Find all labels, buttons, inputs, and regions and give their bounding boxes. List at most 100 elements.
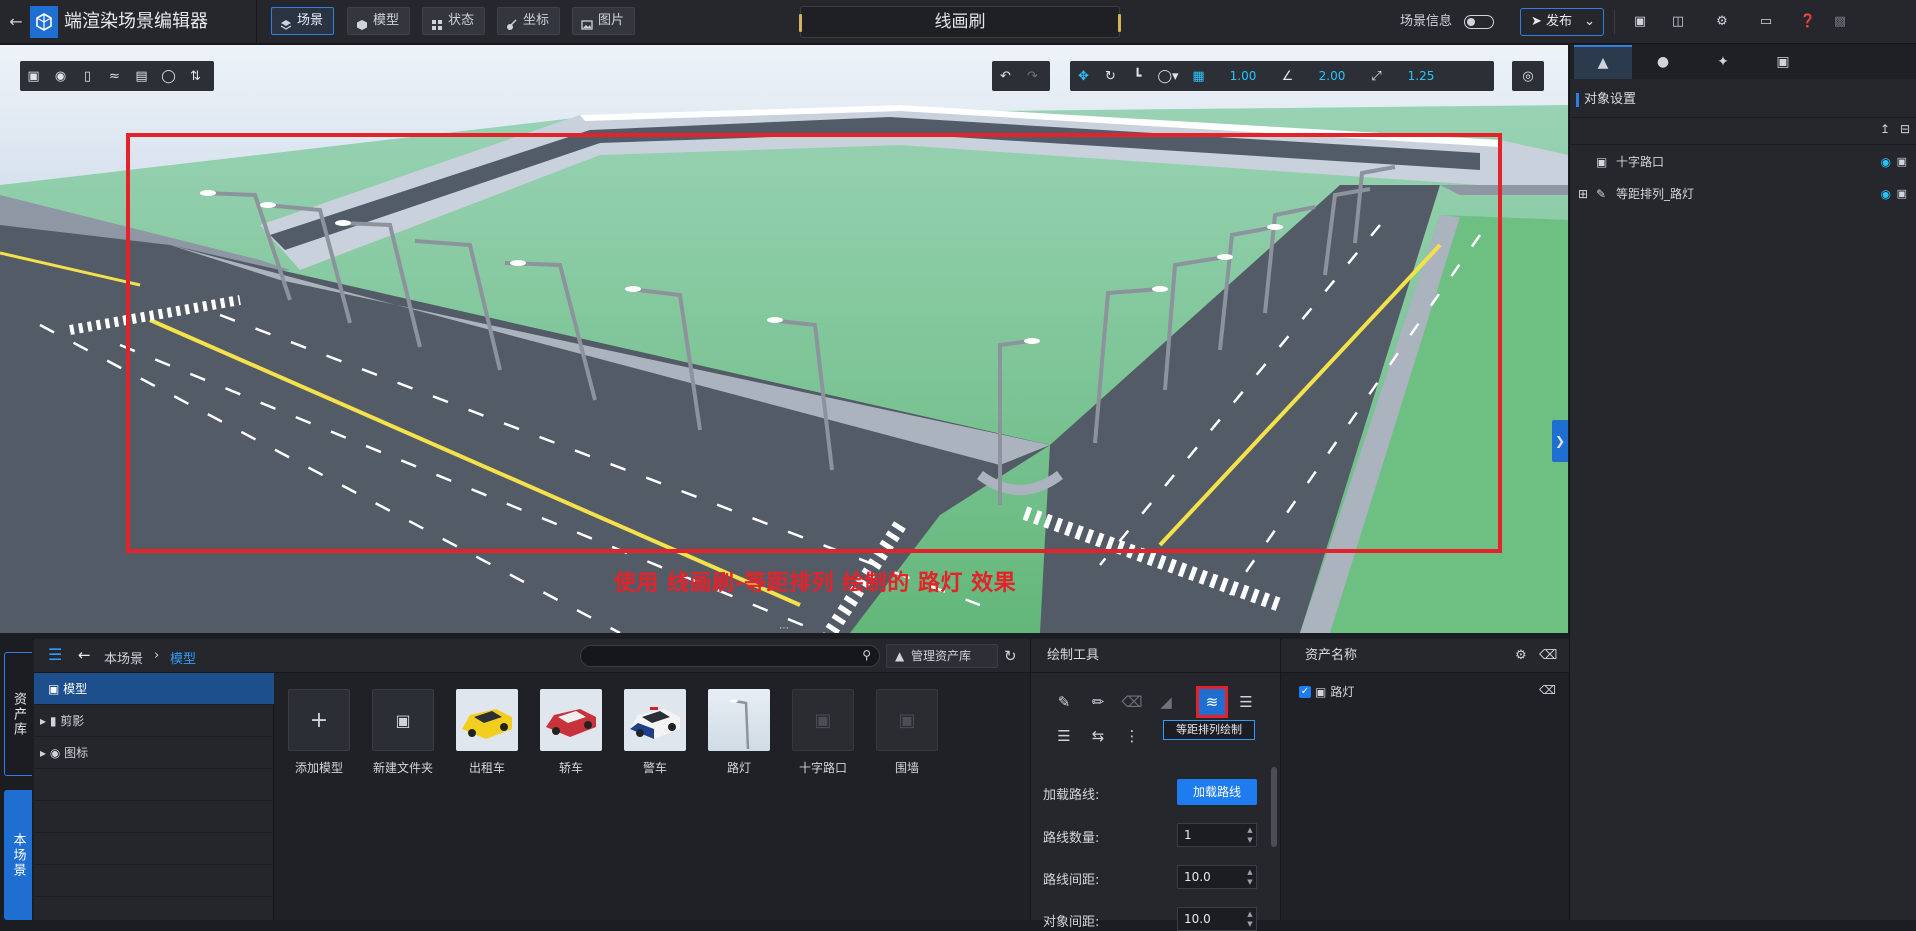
tree-item[interactable]: ⊞ ✎ 等距排列_路灯 ◉ ▣ — [1570, 181, 1916, 207]
asset-card-new-folder[interactable]: ▣ 新建文件夹 — [372, 689, 438, 789]
tab-image[interactable]: 图片 — [572, 7, 636, 35]
asset-name-item[interactable]: ✓ ▣ 路灯 — [1299, 683, 1354, 700]
menu-icon[interactable]: ☰ — [48, 647, 64, 663]
settings-icon[interactable]: ⚙ — [1712, 12, 1732, 32]
sliders-icon[interactable]: ⋮ — [1119, 723, 1145, 749]
loop-icon[interactable]: ⇆ — [1085, 723, 1111, 749]
gear-icon[interactable]: ⚙ — [1515, 648, 1527, 663]
asset-card-wall[interactable]: ▣ 围墙 — [876, 689, 942, 789]
tree-item[interactable]: ▣ 十字路口 ◉ ▣ — [1570, 149, 1916, 175]
screen-icon[interactable]: ▭ — [1756, 12, 1776, 32]
angle-snap-icon[interactable]: ∠ — [1274, 61, 1301, 91]
object-spacing-stepper[interactable]: 10.0 ▲ ▼ — [1177, 907, 1257, 931]
tab-object-settings[interactable]: ▲ — [1574, 45, 1632, 79]
tab-coordinate[interactable]: 坐标 — [497, 7, 561, 35]
asset-card-label: 围墙 — [894, 761, 919, 775]
asset-card-taxi[interactable]: 出租车 — [456, 689, 522, 789]
search-input[interactable]: ⚲ — [580, 645, 880, 667]
scale-snap-value[interactable]: 1.25 — [1390, 69, 1452, 83]
tab-this-scene[interactable]: 本场景 — [4, 790, 32, 920]
breadcrumb-current[interactable]: 模型 — [170, 648, 196, 667]
list-icon[interactable]: ☰ — [1233, 689, 1259, 715]
cube-icon: ▣ — [792, 689, 854, 751]
resize-handle[interactable]: ⋯ — [776, 624, 792, 634]
expand-panel-icon[interactable]: ❯ — [1552, 420, 1568, 462]
tab-lighting[interactable]: ● — [1634, 45, 1692, 79]
undo-icon[interactable]: ↶ — [992, 61, 1019, 91]
cube-icon: ▣ — [48, 682, 60, 696]
eye-icon[interactable]: ◉ — [1881, 149, 1891, 175]
align-icon[interactable]: ☰ — [1051, 723, 1077, 749]
stepper-arrows-icon[interactable]: ▲ ▼ — [1246, 909, 1254, 929]
document-icon[interactable]: ▤ — [128, 61, 155, 91]
3d-viewport[interactable]: ▣ ◉ ▯ ≈ ▤ ◯ ⇅ ↶ ↷ ✥ ↻ ┗ ◯▾ ▦ 1.00 ∠ 2.00… — [0, 45, 1568, 633]
asset-folder-icon[interactable]: ▸ ◉ 图标 — [34, 737, 274, 769]
pin-icon[interactable]: ◉ — [47, 61, 74, 91]
route-spacing-label: 路线间距: — [1043, 873, 1100, 888]
asset-card-sedan[interactable]: 轿车 — [540, 689, 606, 789]
globe-icon[interactable]: ◯ — [155, 61, 182, 91]
brush-icon[interactable]: ≈ — [101, 61, 128, 91]
asset-folder-silhouette[interactable]: ▸ ▮ 剪影 — [34, 705, 274, 737]
stepper-arrows-icon[interactable]: ▲ ▼ — [1246, 825, 1254, 845]
divider — [1614, 10, 1615, 34]
upload-icon[interactable]: ↥ — [1876, 122, 1894, 140]
back-icon[interactable]: ← — [6, 10, 26, 34]
load-route-button[interactable]: 加载路线 — [1177, 779, 1257, 805]
trash-icon[interactable]: ⌫ — [1539, 648, 1557, 663]
tab-model[interactable]: 模型 — [347, 7, 411, 35]
tab-asset-library[interactable]: 资产库 — [4, 652, 32, 776]
caret-right-icon[interactable]: ▸ — [40, 746, 46, 760]
back-icon[interactable]: ← — [78, 646, 91, 664]
fill-icon[interactable]: ◢ — [1153, 689, 1179, 715]
redo-icon[interactable]: ↷ — [1019, 61, 1046, 91]
eye-icon[interactable]: ◉ — [1881, 181, 1891, 207]
scale-icon[interactable]: ┗ — [1124, 61, 1151, 91]
grid-snap-icon[interactable]: ▦ — [1185, 61, 1212, 91]
paint-icon[interactable]: ✏ — [1085, 689, 1111, 715]
stepper-arrows-icon[interactable]: ▲ ▼ — [1246, 867, 1254, 887]
trash-icon[interactable]: ⌫ — [1539, 683, 1556, 697]
checkbox[interactable]: ✓ — [1299, 685, 1311, 698]
asset-folder-model[interactable]: ▣ 模型 — [34, 673, 274, 705]
globe-dropdown-icon[interactable]: ◯▾ — [1151, 61, 1185, 91]
avatar[interactable]: ▩ — [1830, 12, 1850, 32]
move-icon[interactable]: ✥ — [1070, 61, 1097, 91]
brush-icon[interactable]: ✎ — [1051, 689, 1077, 715]
swap-icon[interactable]: ⇅ — [182, 61, 209, 91]
tab-effects[interactable]: ✦ — [1694, 45, 1752, 79]
asset-card-add-model[interactable]: + 添加模型 — [288, 689, 354, 789]
publish-button[interactable]: ➤ 发布 ⌄ — [1520, 8, 1604, 36]
expand-icon[interactable]: ⊞ — [1578, 181, 1588, 207]
scrollbar[interactable] — [1271, 767, 1277, 847]
focus-icon[interactable]: ◎ — [1515, 61, 1542, 91]
tab-state[interactable]: 状态 — [422, 7, 486, 35]
rotate-icon[interactable]: ↻ — [1097, 61, 1124, 91]
route-count-stepper[interactable]: 1 ▲ ▼ — [1177, 823, 1257, 847]
refresh-icon[interactable]: ↻ — [1004, 647, 1017, 665]
breadcrumb-root[interactable]: 本场景 — [104, 648, 143, 667]
lock-icon[interactable]: ▣ — [1897, 181, 1907, 207]
asset-card-police-car[interactable]: 警车 — [624, 689, 690, 789]
angle-snap-value[interactable]: 2.00 — [1301, 69, 1363, 83]
lock-icon[interactable]: ▣ — [1897, 149, 1907, 175]
caret-right-icon[interactable]: ▸ — [40, 714, 46, 728]
folder-plus-icon: ▣ — [372, 689, 434, 751]
save-icon[interactable]: ▣ — [1630, 12, 1650, 32]
scene-info-toggle[interactable] — [1464, 15, 1494, 29]
scale-snap-icon[interactable]: ⤢ — [1363, 61, 1390, 91]
asset-card-street-lamp[interactable]: 路灯 — [708, 689, 774, 789]
asset-card-crossroad[interactable]: ▣ 十字路口 — [792, 689, 858, 789]
preview-icon[interactable]: ◫ — [1668, 12, 1688, 32]
grid-snap-value[interactable]: 1.00 — [1212, 69, 1274, 83]
equidistant-draw-icon[interactable]: ≋ — [1196, 686, 1228, 718]
tab-image[interactable]: ▣ — [1754, 45, 1812, 79]
manage-assets-button[interactable]: ▲ 管理资产库 — [886, 644, 998, 668]
book-icon[interactable]: ▯ — [74, 61, 101, 91]
add-node-icon[interactable]: ⊟ — [1896, 122, 1914, 140]
route-spacing-stepper[interactable]: 10.0 ▲ ▼ — [1177, 865, 1257, 889]
help-icon[interactable]: ❓ — [1798, 12, 1818, 32]
tab-scene[interactable]: 场景 — [271, 7, 335, 35]
cube-icon[interactable]: ▣ — [20, 61, 47, 91]
eraser-icon[interactable]: ⌫ — [1119, 689, 1145, 715]
